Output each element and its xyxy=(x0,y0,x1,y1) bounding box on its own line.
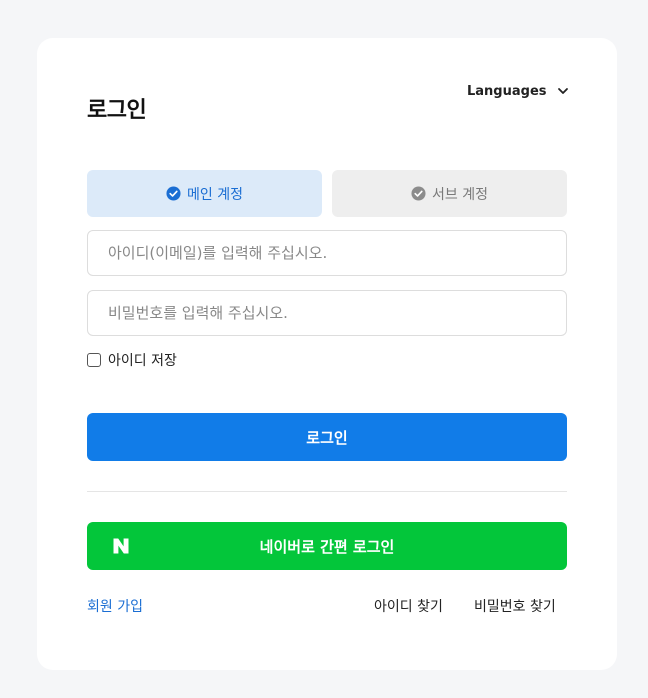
tab-sub-account[interactable]: 서브 계정 xyxy=(332,170,567,217)
remember-id: 아이디 저장 xyxy=(87,350,177,370)
remember-id-label: 아이디 저장 xyxy=(108,353,177,369)
tab-main-account[interactable]: 메인 계정 xyxy=(87,170,322,217)
naver-login-label: 네이버로 간편 로그인 xyxy=(259,537,395,556)
language-selector-label: Languages xyxy=(467,83,547,99)
chevron-down-icon xyxy=(557,85,569,97)
signup-link[interactable]: 회원 가입 xyxy=(87,596,143,616)
language-selector[interactable]: Languages xyxy=(467,82,569,100)
login-button[interactable]: 로그인 xyxy=(87,413,567,461)
check-circle-icon xyxy=(166,186,181,201)
find-id-link[interactable]: 아이디 찾기 xyxy=(374,596,443,616)
login-card: 로그인 Languages 메인 계정 서브 계정 아이디(이메일)를 입력해 … xyxy=(37,38,617,670)
page-title: 로그인 xyxy=(87,98,147,123)
check-circle-icon xyxy=(411,186,426,201)
tab-sub-account-label: 서브 계정 xyxy=(432,186,488,203)
naver-login-button[interactable]: 네이버로 간편 로그인 xyxy=(87,522,567,570)
account-type-tabs: 메인 계정 서브 계정 xyxy=(87,170,567,217)
naver-n-logo-icon xyxy=(112,537,130,555)
id-input[interactable] xyxy=(87,230,567,276)
password-input[interactable] xyxy=(87,290,567,336)
divider xyxy=(87,491,567,492)
tab-main-account-label: 메인 계정 xyxy=(187,186,243,203)
remember-id-checkbox[interactable] xyxy=(87,353,101,367)
find-password-link[interactable]: 비밀번호 찾기 xyxy=(474,596,556,616)
